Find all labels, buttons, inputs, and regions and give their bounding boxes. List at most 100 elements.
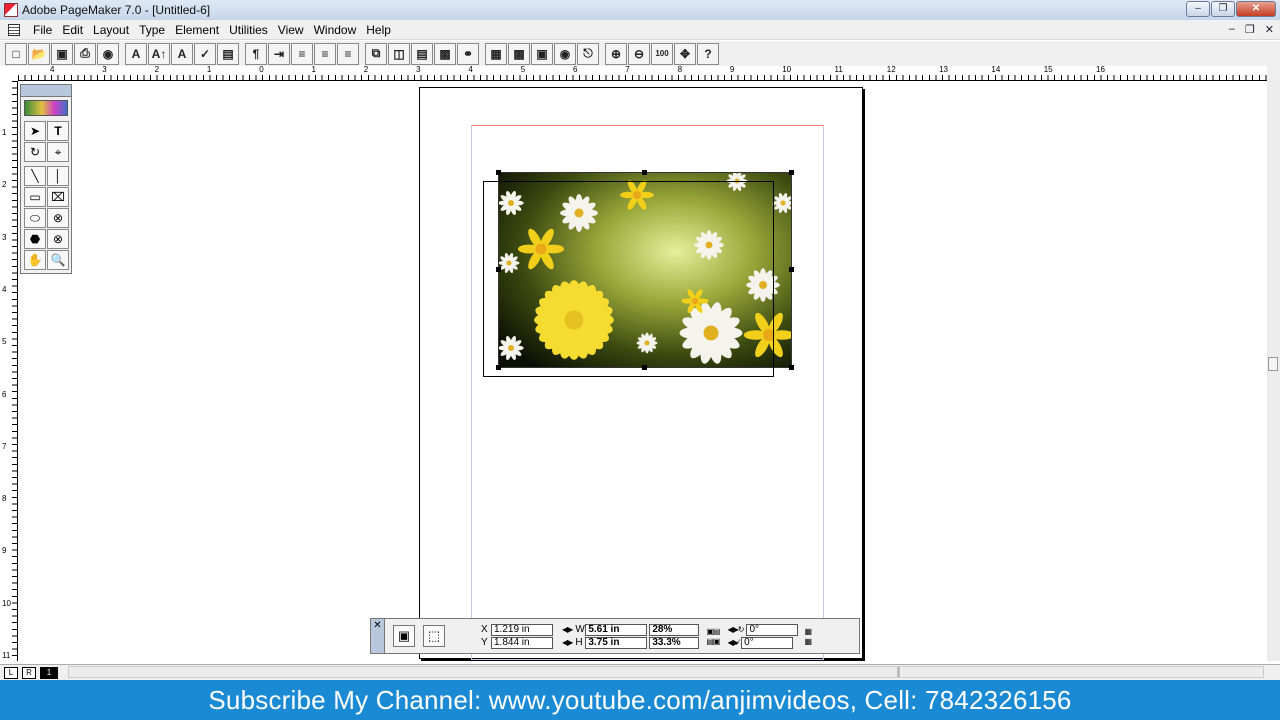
constrained-line-tool[interactable]: │ — [47, 166, 69, 186]
image-icon[interactable]: ▩ — [434, 42, 456, 65]
story-editor-icon[interactable]: ▤ — [411, 42, 433, 65]
line-tool[interactable]: ╲ — [24, 166, 46, 186]
x-position-field[interactable]: 1.219 in — [491, 623, 553, 636]
menu-element[interactable]: Element — [170, 23, 224, 37]
doc-restore-button[interactable]: ❐ — [1245, 23, 1255, 36]
align-icon[interactable]: ≡ — [337, 42, 359, 65]
color-image-icon[interactable]: ▩ — [508, 42, 530, 65]
resize-handle-nw[interactable] — [496, 170, 501, 175]
toolbox-palette[interactable]: ➤ T ↻ ⌖ ╲ │ ▭ ⌧ ⬭ ⊗ ⬣ ⊗ ✋ 🔍 — [20, 84, 72, 274]
x-nudge-icon[interactable]: ◀▶ — [562, 625, 573, 634]
open-icon[interactable]: 📂 — [28, 42, 50, 65]
menu-window[interactable]: Window — [309, 23, 362, 37]
skew-field[interactable]: 0° — [741, 636, 794, 649]
font-size-icon[interactable]: A↑ — [148, 42, 170, 65]
text-tool[interactable]: T — [47, 121, 69, 141]
y-nudge-icon[interactable]: ◀▶ — [562, 638, 573, 647]
vertical-reflect-icon[interactable]: ▦ — [804, 637, 812, 646]
frame-icon[interactable]: ▤ — [217, 42, 239, 65]
new-icon[interactable]: □ — [5, 42, 27, 65]
hand-tool[interactable]: ✋ — [24, 250, 46, 270]
vertical-scroll-thumb[interactable] — [1268, 357, 1278, 371]
resize-handle-se[interactable] — [789, 365, 794, 370]
control-palette[interactable]: ✕ ▣ ⬚ X 1.219 in Y 1.844 in ◀▶ W 5.61 in… — [370, 618, 860, 654]
spell-check-icon[interactable]: ✓ — [194, 42, 216, 65]
font-small-icon[interactable]: A — [171, 42, 193, 65]
vertical-scrollbar[interactable] — [1267, 81, 1280, 661]
indent-icon[interactable]: ⇥ — [268, 42, 290, 65]
horizontal-scrollbar[interactable] — [68, 666, 1264, 678]
resize-handle-sw[interactable] — [496, 365, 501, 370]
copy-icon[interactable]: ⧉ — [365, 42, 387, 65]
master-page-left[interactable]: L — [4, 666, 18, 679]
master-page-right[interactable]: R — [22, 666, 36, 679]
y-position-field[interactable]: 1.844 in — [491, 636, 553, 649]
photo-icon[interactable]: ▣ — [531, 42, 553, 65]
width-field[interactable]: 5.61 in — [585, 623, 648, 636]
pdf-icon[interactable]: ⎋ — [577, 42, 599, 65]
doc-close-button[interactable]: ✕ — [1265, 23, 1274, 36]
apply-icon[interactable]: ▣ — [393, 625, 415, 647]
zoom-tool[interactable]: 🔍 — [47, 250, 69, 270]
fit-page-icon[interactable]: ✥ — [674, 42, 696, 65]
resize-handle-w[interactable] — [496, 267, 501, 272]
control-palette-close-icon[interactable]: ✕ — [371, 619, 385, 653]
menu-view[interactable]: View — [273, 23, 309, 37]
menu-utilities[interactable]: Utilities — [224, 23, 273, 37]
toolbox-title-bar[interactable] — [21, 85, 71, 97]
menu-help[interactable]: Help — [361, 23, 396, 37]
document-menu-icon[interactable] — [8, 23, 20, 36]
minimize-button[interactable]: – — [1186, 1, 1210, 17]
font-icon[interactable]: A — [125, 42, 147, 65]
proportional-scaling-icon[interactable]: ▣▤ — [706, 627, 720, 636]
resize-handle-s[interactable] — [642, 365, 647, 370]
horizontal-ruler[interactable]: 4 3 2 1 0 1 2 3 4 5 6 7 8 9 10 11 12 13 14 15 16 — [18, 66, 1268, 81]
doc-minimize-button[interactable]: – — [1229, 23, 1235, 36]
actual-size-icon[interactable]: 100 — [651, 42, 673, 65]
menu-type[interactable]: Type — [134, 23, 170, 37]
paragraph-icon[interactable]: ¶ — [245, 42, 267, 65]
zoom-in-icon[interactable]: ⊕ — [605, 42, 627, 65]
pointer-tool[interactable]: ➤ — [24, 121, 46, 141]
ellipse-tool[interactable]: ⬭ — [24, 208, 46, 228]
menu-layout[interactable]: Layout — [88, 23, 134, 37]
polygon-tool[interactable]: ⬣ — [24, 229, 46, 249]
paste-icon[interactable]: ◫ — [388, 42, 410, 65]
ellipse-frame-tool[interactable]: ⊗ — [47, 208, 69, 228]
help-icon[interactable]: ? — [697, 42, 719, 65]
resize-handle-n[interactable] — [642, 170, 647, 175]
resize-handle-ne[interactable] — [789, 170, 794, 175]
align-left-icon[interactable]: ≡ — [314, 42, 336, 65]
place-icon[interactable]: ▦ — [485, 42, 507, 65]
printer-resolution-icon[interactable]: ▤▣ — [706, 637, 720, 646]
restore-button[interactable]: ❐ — [1211, 1, 1235, 17]
rotation-field[interactable]: 0° — [746, 623, 799, 636]
menu-file[interactable]: File — [28, 23, 57, 37]
print-icon[interactable]: ⎙ — [74, 42, 96, 65]
close-button[interactable]: ✕ — [1236, 1, 1276, 17]
save-icon[interactable]: ▣ — [51, 42, 73, 65]
page-1-icon[interactable]: 1 — [40, 666, 58, 679]
proxy-reference-icon[interactable]: ⬚ — [423, 625, 445, 647]
find-icon[interactable]: ◉ — [97, 42, 119, 65]
link-icon[interactable]: ⚭ — [457, 42, 479, 65]
polygon-frame-tool[interactable]: ⊗ — [47, 229, 69, 249]
rotation-nudge-icon[interactable]: ◀▶↻ — [727, 625, 744, 634]
rectangle-tool[interactable]: ▭ — [24, 187, 46, 207]
bullets-icon[interactable]: ≡ — [291, 42, 313, 65]
horizontal-reflect-icon[interactable]: ▦ — [804, 627, 812, 636]
horizontal-scroll-thumb[interactable] — [897, 667, 900, 677]
rectangle-frame-tool[interactable]: ⌧ — [47, 187, 69, 207]
resize-handle-e[interactable] — [789, 267, 794, 272]
height-percent-field[interactable]: 33.3% — [649, 636, 700, 649]
rotate-tool[interactable]: ↻ — [24, 142, 46, 162]
globe-icon[interactable]: ◉ — [554, 42, 576, 65]
skew-nudge-icon[interactable]: ◀▶∕ — [727, 638, 739, 647]
crop-tool[interactable]: ⌖ — [47, 142, 69, 162]
pagemaker-app-icon[interactable] — [4, 3, 18, 17]
width-percent-field[interactable]: 28% — [649, 623, 700, 636]
zoom-out-icon[interactable]: ⊖ — [628, 42, 650, 65]
height-field[interactable]: 3.75 in — [585, 636, 648, 649]
vertical-ruler[interactable]: 1 2 3 4 5 6 7 8 9 10 11 — [0, 81, 18, 661]
menu-edit[interactable]: Edit — [57, 23, 88, 37]
